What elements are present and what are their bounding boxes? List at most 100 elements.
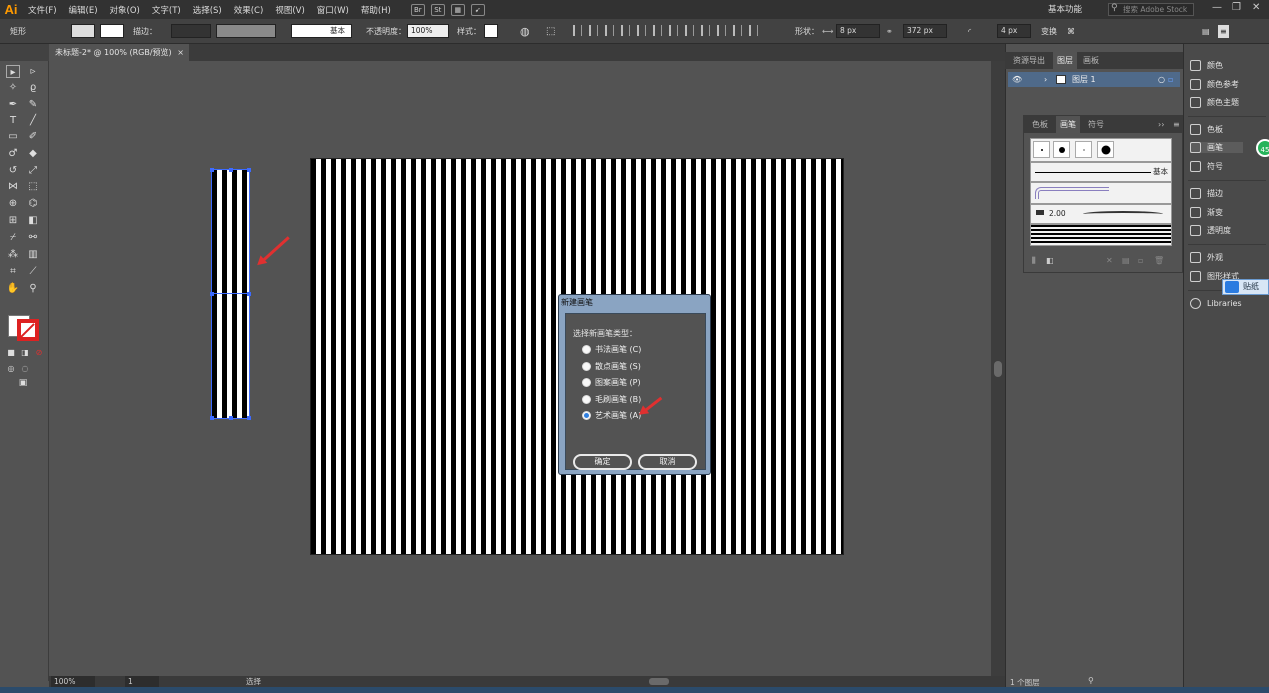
transform-link[interactable]: 变换 [1041,25,1057,38]
horizontal-scroll-thumb[interactable] [649,678,669,685]
menu-view[interactable]: 视图(V) [269,4,310,16]
distribute-hcenter-icon[interactable] [733,25,742,36]
selection-indicator-icon[interactable]: ▫ [1168,72,1173,87]
stock-search-input[interactable]: ⚲ 搜索 Adobe Stock [1108,3,1194,16]
dock-transparency[interactable]: 透明度 [1190,225,1231,236]
selection-handle[interactable] [229,168,233,172]
panel-menu-icon[interactable]: ≡ [1169,116,1184,133]
minimize-button[interactable]: — [1212,2,1222,13]
selection-handle[interactable] [247,292,251,296]
dock-color-guide[interactable]: 颜色参考 [1190,79,1239,90]
width-field[interactable]: 8 px [836,24,880,38]
pattern-brush-row[interactable] [1030,182,1172,204]
eyedropper-tool-icon[interactable]: ⌿ [6,231,20,244]
dock-gradient[interactable]: 渐变 [1190,207,1223,218]
selection-handle[interactable] [247,168,251,172]
expand-chevron-icon[interactable]: › [1044,72,1047,87]
collapse-panel-icon[interactable]: ›› [1154,116,1168,133]
radio-button[interactable] [582,378,591,387]
selection-handle[interactable] [210,168,214,172]
gpu-performance-icon[interactable]: ➹ [470,3,485,16]
close-document-icon[interactable]: × [177,44,184,61]
align-hcenter-icon[interactable] [589,25,598,36]
menu-file[interactable]: 文件(F) [22,4,63,16]
screen-mode-icon[interactable]: ▣ [16,377,30,390]
layer-row[interactable]: 👁 › 图层 1 ○ ▫ [1008,72,1180,87]
selection-tool-icon[interactable]: ▸ [6,65,20,78]
hand-tool-icon[interactable]: ✋ [6,282,20,295]
speed-badge[interactable]: 45 [1256,139,1269,157]
option-bristle-brush[interactable]: 毛刷画笔 (B) [582,394,641,405]
color-mode-icon[interactable]: ■ [4,346,18,359]
radio-button[interactable] [582,395,591,404]
gradient-mode-icon[interactable]: ◨ [18,346,32,359]
align-to-icon[interactable]: ⬚ [546,25,555,38]
stroke-weight-field[interactable] [171,24,211,38]
rotate-tool-icon[interactable]: ↺ [6,164,20,177]
brush-library-icon[interactable]: ⫼ [1032,256,1036,266]
menu-window[interactable]: 窗口(W) [311,4,355,16]
graphic-style-swatch[interactable] [484,24,498,38]
delete-brush-icon[interactable]: 🗑 [1154,256,1164,265]
option-pattern-brush[interactable]: 图案画笔 (P) [582,377,641,388]
stock-icon[interactable]: St [430,3,445,16]
link-icon[interactable]: ⚭ [886,25,893,38]
column-graph-tool-icon[interactable]: ▥ [26,248,40,261]
selection-handle[interactable] [210,416,214,420]
lasso-tool-icon[interactable]: ϱ [26,81,40,94]
workspace-switcher[interactable]: 基本功能 [1048,3,1082,15]
free-transform-tool-icon[interactable]: ⬚ [26,180,40,193]
brush-swatch[interactable] [1033,141,1050,158]
tab-swatches[interactable]: 色板 [1028,116,1052,133]
align-vcenter-icon[interactable] [637,25,646,36]
height-field[interactable]: 372 px [903,24,947,38]
draw-normal-icon[interactable]: ◎ [4,362,18,375]
selection-handle[interactable] [229,416,233,420]
remove-stroke-icon[interactable]: ✕ [1106,256,1113,265]
selection-handle[interactable] [247,416,251,420]
dock-symbols[interactable]: 符号 [1190,161,1223,172]
options-icon[interactable]: ▤ [1122,256,1130,265]
tab-brushes[interactable]: 画笔 [1056,116,1080,133]
variable-width-profile[interactable] [216,24,276,38]
basic-brush-row[interactable]: 基本 [1030,162,1172,182]
corner-type-icon[interactable]: ◜ [968,25,971,38]
radio-button-selected[interactable] [582,411,591,420]
dock-color[interactable]: 颜色 [1190,60,1223,71]
recolor-icon[interactable]: ◍ [520,25,530,38]
bridge-icon[interactable]: Br [410,3,425,16]
sticker-chip[interactable]: 贴纸 [1222,279,1269,295]
dock-brushes[interactable]: 画笔 [1190,142,1243,153]
eraser-tool-icon[interactable]: ◆ [26,147,40,160]
opacity-field[interactable]: 100% [407,24,449,38]
paintbrush-tool-icon[interactable]: ✐ [26,130,40,143]
distribute-bottom-icon[interactable] [701,25,710,36]
art-brush-row[interactable]: 2.00 [1030,204,1172,224]
direct-selection-tool-icon[interactable]: ▹ [26,65,40,78]
curvature-tool-icon[interactable]: ✎ [26,98,40,111]
align-bottom-icon[interactable] [653,25,662,36]
option-calligraphic-brush[interactable]: 书法画笔 (C) [582,344,641,355]
brush-swatch[interactable] [1075,141,1092,158]
gradient-tool-icon[interactable]: ◧ [26,214,40,227]
distribute-left-icon[interactable] [717,25,726,36]
fill-swatch[interactable] [71,24,95,38]
selection-handle[interactable] [210,292,214,296]
blend-tool-icon[interactable]: ⚯ [26,231,40,244]
tab-symbols[interactable]: 符号 [1084,116,1108,133]
document-tab[interactable]: 未标题-2* @ 100% (RGB/预览) × [49,44,189,61]
menu-edit[interactable]: 编辑(E) [63,4,104,16]
menu-select[interactable]: 选择(S) [187,4,228,16]
menu-effect[interactable]: 效果(C) [228,4,270,16]
visibility-eye-icon[interactable]: 👁 [1012,72,1022,87]
menu-type[interactable]: 文字(T) [146,4,187,16]
magic-wand-tool-icon[interactable]: ✧ [6,81,20,94]
artboard-navigator[interactable]: 1 [125,676,159,687]
dock-swatches[interactable]: 色板 [1190,124,1223,135]
vertical-scrollbar[interactable] [991,61,1005,676]
option-art-brush[interactable]: 艺术画笔 (A) [582,410,641,421]
brush-swatch[interactable] [1053,141,1070,158]
panel-arrange-icon[interactable]: ▤ [1202,25,1210,38]
width-tool-icon[interactable]: ⋈ [6,180,20,193]
stroke-color-box[interactable] [17,319,39,341]
